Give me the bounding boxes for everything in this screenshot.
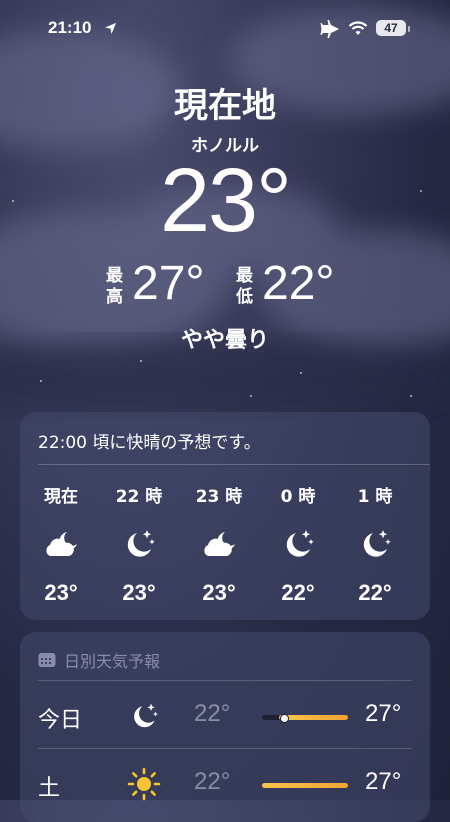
star [300, 372, 302, 374]
low-temp: 最 低 22° [236, 257, 356, 316]
high-value: 27° [132, 257, 205, 310]
hour-temp: 23° [202, 580, 236, 605]
low-label-bottom: 低 [236, 287, 253, 307]
moon-stars-icon [286, 530, 314, 557]
cloud-moon-icon [46, 532, 77, 556]
wifi-icon [348, 21, 368, 35]
temp-range-bar [262, 783, 348, 788]
battery-nub [408, 26, 410, 32]
location-title: 現在地 [174, 86, 276, 126]
condition-text: やや曇り [180, 328, 269, 353]
daily-forecast-card[interactable]: 日別天気予報 今日 22° 27° 土 22° 27° [20, 632, 430, 822]
daily-row[interactable]: 今日 22° 27° [20, 684, 430, 744]
hour-label: 23 時 [195, 487, 243, 507]
high-label-top: 最 [106, 266, 123, 286]
high-label-bottom: 高 [106, 287, 123, 307]
temp-range-fill [262, 783, 348, 788]
moon-stars-icon [363, 530, 391, 557]
hourly-forecast-card[interactable]: 22:00 頃に快晴の予想です。 現在 23° 22 時 23° 23 時 23… [20, 412, 430, 620]
current-temperature: 23° [159, 151, 292, 251]
cloud-moon-icon [204, 532, 235, 556]
low-value: 22° [262, 257, 335, 310]
divider [38, 748, 412, 749]
hourly-item: 23 時 23° [184, 482, 254, 606]
high-label: 最 高 [106, 266, 126, 308]
day-high: 27° [365, 768, 402, 795]
hour-label: 22 時 [115, 487, 163, 507]
star [410, 395, 412, 397]
high-temp: 最 高 27° [106, 257, 226, 316]
location-arrow-icon [104, 22, 117, 35]
daily-header-label: 日別天気予報 [64, 652, 161, 671]
day-low: 22° [194, 768, 231, 795]
daily-row[interactable]: 土 22° 27° [20, 752, 430, 812]
status-time: 21:10 [48, 18, 92, 37]
low-label-top: 最 [236, 266, 253, 286]
sun-icon [127, 767, 161, 801]
moon-stars-icon [134, 703, 158, 728]
hour-label: 現在 [44, 487, 78, 507]
temp-range-fill [279, 715, 348, 720]
hourly-item: 22 時 23° [104, 482, 174, 606]
star [140, 360, 142, 362]
star [40, 380, 42, 382]
divider [38, 680, 412, 681]
hour-label: 1 時 [357, 487, 393, 507]
temp-range-bar [262, 714, 348, 723]
day-low: 22° [194, 700, 231, 727]
hourly-item: 現在 23° [26, 482, 96, 606]
hourly-summary: 22:00 頃に快晴の予想です。 [38, 433, 261, 453]
day-label: 土 [38, 776, 61, 801]
hourly-item: 1 時 22° [340, 482, 410, 606]
hour-temp: 22° [281, 580, 315, 605]
hourly-item: 0 時 22° [263, 482, 333, 606]
hour-label: 0 時 [280, 487, 316, 507]
moon-stars-icon [127, 530, 155, 557]
hour-temp: 23° [122, 580, 156, 605]
day-high: 27° [365, 700, 402, 727]
calendar-icon [38, 653, 56, 667]
battery-indicator: 47 [376, 20, 406, 36]
star [250, 395, 252, 397]
daily-header: 日別天気予報 [38, 648, 160, 672]
hour-temp: 23° [44, 580, 78, 605]
current-temp-dot [279, 714, 289, 723]
low-label: 最 低 [236, 266, 256, 308]
airplane-icon [320, 20, 339, 38]
divider [38, 464, 430, 465]
hour-temp: 22° [358, 580, 392, 605]
day-label: 今日 [38, 708, 83, 733]
status-bar: 21:10 47 [0, 18, 450, 42]
